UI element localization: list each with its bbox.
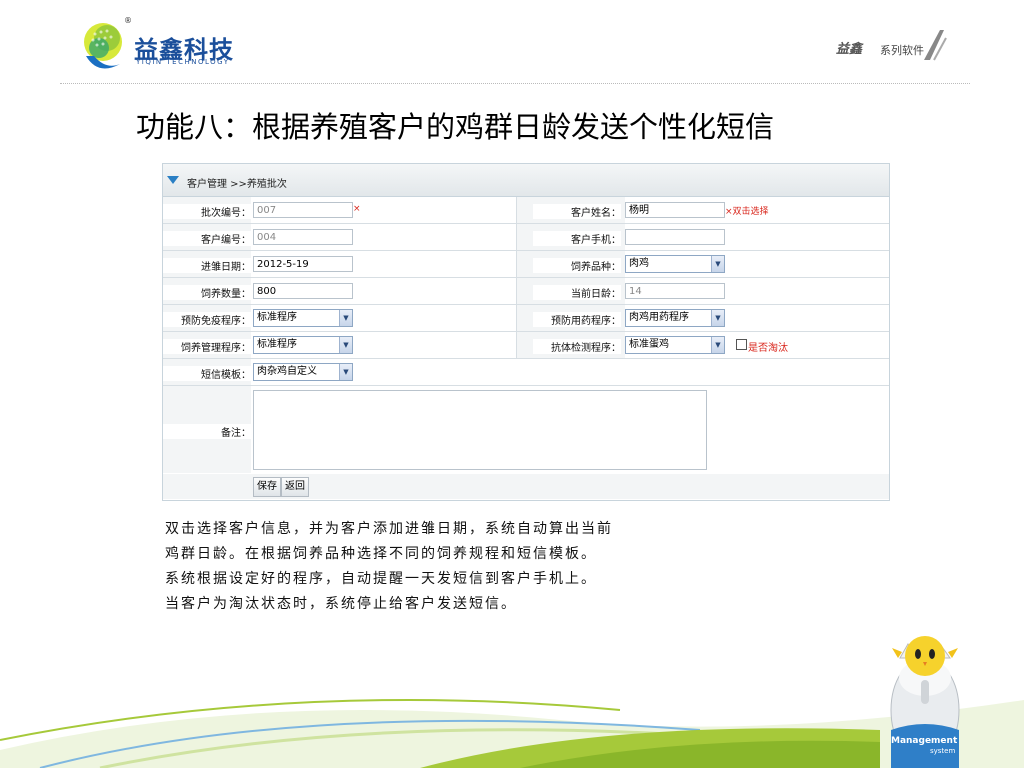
- feeding-program-select[interactable]: 标准程序 ▼: [253, 336, 353, 354]
- breadcrumb: 客户管理 >>养殖批次: [187, 179, 287, 190]
- form-row: 饲养数量： 800 当前日龄： 14: [163, 278, 889, 305]
- description-line-1: 双击选择客户信息，并为客户添加进雏日期，系统自动算出当前: [165, 521, 613, 537]
- slide-title: 功能八：根据养殖客户的鸡群日龄发送个性化短信: [136, 110, 775, 144]
- save-button[interactable]: 保存: [253, 477, 281, 497]
- form-row: 预防免疫程序： 标准程序 ▼ 预防用药程序： 肉鸡用药程序 ▼: [163, 305, 889, 332]
- sms-template-label: 短信模板：: [163, 366, 251, 381]
- chevron-down-icon[interactable]: ▼: [711, 256, 724, 272]
- company-logo-icon: [84, 23, 122, 69]
- current-age-label: 当前日龄：: [533, 285, 621, 300]
- antibody-program-label: 抗体检测程序：: [533, 339, 621, 354]
- drug-program-value: 肉鸡用药程序: [629, 312, 689, 323]
- series-logo: 益鑫: [836, 42, 863, 57]
- registered-mark: ®: [124, 16, 132, 25]
- decorative-waves: [0, 699, 1024, 768]
- form-row: 批次编号： 007 × 客户姓名： 杨明 ×双击选择: [163, 197, 889, 224]
- eliminated-label: 是否淘汰: [748, 343, 788, 354]
- chevron-down-icon[interactable]: ▼: [339, 337, 352, 353]
- swoosh-icon: [924, 30, 947, 61]
- chick-date-input[interactable]: 2012-5-19: [253, 256, 353, 272]
- customer-phone-label: 客户手机：: [533, 231, 621, 246]
- back-button[interactable]: 返回: [281, 477, 309, 497]
- vaccine-program-select[interactable]: 标准程序 ▼: [253, 309, 353, 327]
- series-text: 系列软件: [880, 44, 924, 57]
- chevron-down-icon[interactable]: ▼: [711, 310, 724, 326]
- sms-template-value: 肉杂鸡自定义: [257, 366, 317, 377]
- chevron-down-icon[interactable]: ▼: [339, 310, 352, 326]
- batch-form-panel: 客户管理 >>养殖批次 批次编号： 007 × 客户姓名： 杨明 ×双击选择 客…: [162, 163, 890, 501]
- breed-select[interactable]: 肉鸡 ▼: [625, 255, 725, 273]
- form-row: 客户编号： 004 客户手机：: [163, 224, 889, 251]
- breed-value: 肉鸡: [629, 258, 649, 269]
- quantity-label: 饲养数量：: [163, 285, 251, 300]
- batch-no-label: 批次编号：: [163, 204, 251, 219]
- customer-phone-input[interactable]: [625, 229, 725, 245]
- sms-template-select[interactable]: 肉杂鸡自定义 ▼: [253, 363, 353, 381]
- column-divider: [516, 197, 517, 359]
- antibody-program-select[interactable]: 标准蛋鸡 ▼: [625, 336, 725, 354]
- feeding-program-value: 标准程序: [257, 339, 297, 350]
- system-text: system: [930, 747, 956, 755]
- button-bar: 保存 返回: [163, 474, 889, 499]
- form-row: 饲养管理程序： 标准程序 ▼ 抗体检测程序： 标准蛋鸡 ▼ 是否淘汰: [163, 332, 889, 359]
- description-line-3: 系统根据设定好的程序，自动提醒一天发短信到客户手机上。: [165, 571, 597, 587]
- folder-icon: [167, 176, 179, 184]
- chevron-down-icon[interactable]: ▼: [711, 337, 724, 353]
- vaccine-program-value: 标准程序: [257, 312, 297, 323]
- drug-program-label: 预防用药程序：: [533, 312, 621, 327]
- brand-name-en: YIQIN TECHNOLOGY: [136, 58, 230, 66]
- vaccine-program-label: 预防免疫程序：: [163, 312, 251, 327]
- remark-label: 备注：: [163, 424, 251, 439]
- remark-textarea[interactable]: [253, 390, 707, 470]
- feeding-program-label: 饲养管理程序：: [163, 339, 251, 354]
- drug-program-select[interactable]: 肉鸡用药程序 ▼: [625, 309, 725, 327]
- header-divider: [60, 83, 970, 84]
- customer-name-label: 客户姓名：: [533, 204, 621, 219]
- breed-label: 饲养品种：: [533, 258, 621, 273]
- description-line-4: 当客户为淘汰状态时，系统停止给客户发送短信。: [165, 596, 517, 612]
- batch-no-input[interactable]: 007: [253, 202, 353, 218]
- eliminated-checkbox[interactable]: [736, 339, 747, 350]
- customer-no-input[interactable]: 004: [253, 229, 353, 245]
- double-click-hint: ×双击选择: [725, 207, 769, 217]
- chevron-down-icon[interactable]: ▼: [339, 364, 352, 380]
- management-text: Management: [891, 736, 958, 746]
- description-line-2: 鸡群日龄。在根据饲养品种选择不同的饲养规程和短信模板。: [165, 546, 597, 562]
- required-mark: ×: [353, 204, 361, 214]
- customer-name-input[interactable]: 杨明: [625, 202, 725, 218]
- quantity-input[interactable]: 800: [253, 283, 353, 299]
- form-header: 客户管理 >>养殖批次: [163, 164, 889, 197]
- chick-date-label: 进雏日期：: [163, 258, 251, 273]
- form-row: 短信模板： 肉杂鸡自定义 ▼: [163, 359, 889, 386]
- customer-no-label: 客户编号：: [163, 231, 251, 246]
- current-age-input[interactable]: 14: [625, 283, 725, 299]
- antibody-program-value: 标准蛋鸡: [629, 339, 669, 350]
- form-row: 进雏日期： 2012-5-19 饲养品种： 肉鸡 ▼: [163, 251, 889, 278]
